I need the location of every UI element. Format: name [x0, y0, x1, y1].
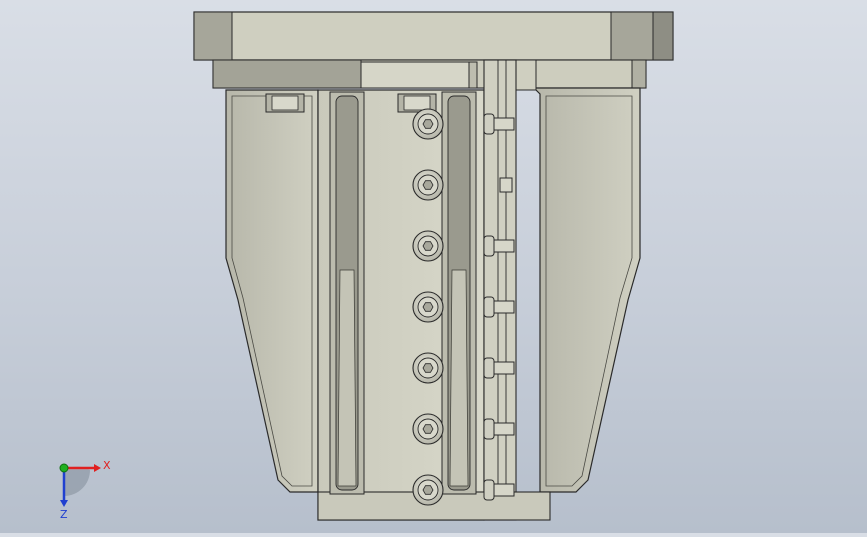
model-canvas[interactable]: X Z	[0, 0, 867, 533]
z-axis-arrow	[60, 500, 68, 507]
socket-head-screw-icon	[412, 474, 444, 506]
socket-head-screw-icon	[412, 291, 444, 323]
x-axis-label: X	[103, 459, 111, 472]
coordinate-triad-icon[interactable]: X Z	[59, 459, 111, 521]
left-jaw-housing	[225, 89, 319, 493]
left-slot	[329, 91, 365, 495]
x-axis-arrow	[94, 464, 101, 472]
z-axis-label: Z	[60, 508, 68, 521]
socket-head-screw-icon	[412, 230, 444, 262]
top-plate	[193, 11, 674, 61]
socket-head-screw-icon	[412, 108, 444, 140]
socket-head-screw-icon	[412, 352, 444, 384]
socket-head-screw-icon	[412, 413, 444, 445]
cad-viewport[interactable]: X Z	[0, 0, 867, 533]
right-jaw-housing	[515, 59, 641, 493]
counterbore-left	[265, 93, 305, 113]
mounting-flange	[212, 59, 647, 89]
rail-stop	[499, 177, 513, 193]
socket-head-screw-icon	[412, 169, 444, 201]
right-slot	[441, 91, 477, 495]
y-axis-dot	[59, 463, 69, 473]
